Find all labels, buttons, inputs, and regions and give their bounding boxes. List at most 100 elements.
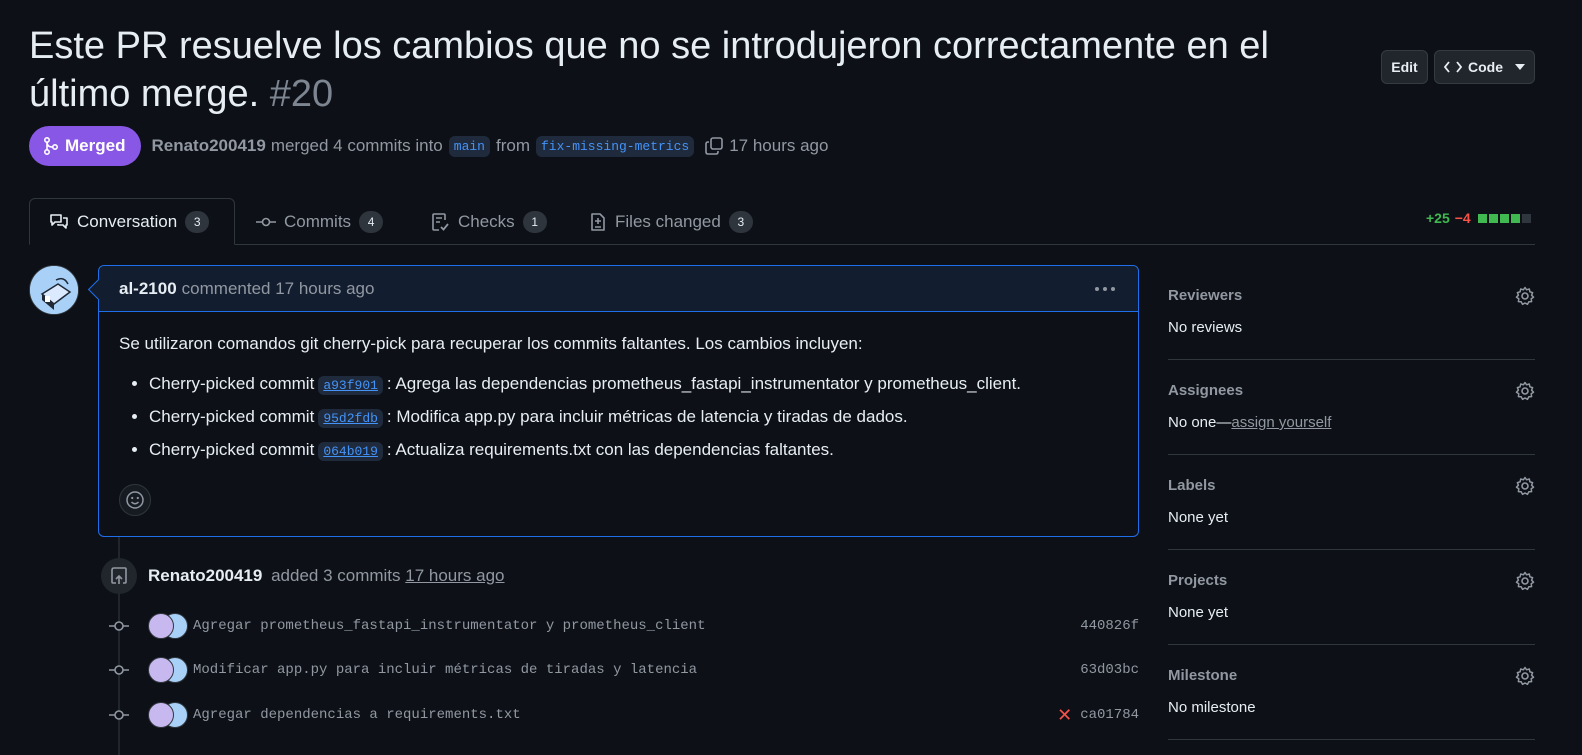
x-icon[interactable]: ✕ xyxy=(1057,705,1072,726)
pr-meta: Merged Renato200419 merged 4 commits int… xyxy=(29,126,828,166)
commit-avatars[interactable] xyxy=(148,657,188,683)
commit-sha-link[interactable]: a93f901 xyxy=(318,376,383,395)
sidebar-value: No reviews xyxy=(1168,319,1243,336)
commit-message-link[interactable]: Agregar prometheus_fastapi_instrumentato… xyxy=(193,618,1080,634)
event-author-link[interactable]: Renato200419 xyxy=(148,566,262,585)
sidebar-value: No milestone xyxy=(1168,699,1256,716)
diffstat-block xyxy=(1477,213,1487,223)
sidebar-milestone: Milestone No milestone xyxy=(1168,645,1535,740)
merge-text: merged 4 commits into xyxy=(270,136,443,155)
sidebar-reviewers: Reviewers No reviews xyxy=(1168,265,1535,360)
comment-header: al-2100 commented 17 hours ago xyxy=(99,266,1138,312)
base-branch[interactable]: main xyxy=(448,135,490,157)
tab-commits[interactable]: Commits 4 xyxy=(256,198,384,245)
git-commit-icon xyxy=(105,709,133,721)
smiley-icon[interactable] xyxy=(119,484,151,516)
diffstat-additions: +25 xyxy=(1426,210,1450,226)
commit-row: Agregar prometheus_fastapi_instrumentato… xyxy=(105,611,1139,641)
commit-message-link[interactable]: Modificar app.py para incluir métricas d… xyxy=(193,662,1080,678)
sidebar-value: None yet xyxy=(1168,509,1229,526)
comment-discussion-icon xyxy=(50,213,68,229)
sidebar-title[interactable]: Reviewers xyxy=(1168,287,1242,304)
assign-yourself-link[interactable]: assign yourself xyxy=(1231,414,1331,431)
commit-avatars[interactable] xyxy=(148,702,188,728)
diffstat-deletions: −4 xyxy=(1454,210,1471,226)
code-button-label: Code xyxy=(1468,59,1503,75)
comment-author-link[interactable]: al-2100 xyxy=(119,279,177,299)
triangle-down-icon xyxy=(1515,64,1525,70)
list-item-text: : Agrega las dependencias prometheus_fas… xyxy=(386,374,1022,393)
comment-card: al-2100 commented 17 hours ago Se utiliz… xyxy=(98,265,1139,537)
event-description: added 3 commits xyxy=(271,566,401,585)
tab-counter: 3 xyxy=(728,210,753,233)
sidebar-value: None yet xyxy=(1168,604,1229,621)
list-item-text: : Modifica app.py para incluir métricas … xyxy=(386,407,908,426)
commit-sha-link[interactable]: ✕ ca01784 xyxy=(1057,705,1139,726)
checklist-icon xyxy=(432,212,449,231)
sidebar-value: No one—assign yourself xyxy=(1168,414,1331,431)
commit-sha-link[interactable]: 064b019 xyxy=(318,442,383,461)
sidebar-title[interactable]: Projects xyxy=(1168,572,1227,589)
commit-sha-link[interactable]: 95d2fdb xyxy=(318,409,383,428)
sidebar-title[interactable]: Labels xyxy=(1168,477,1216,494)
list-item: Cherry-picked commit064b019: Actualiza r… xyxy=(149,434,1118,467)
avatar[interactable] xyxy=(29,265,79,315)
comment-list: Cherry-picked commit a93f901: Agrega las … xyxy=(149,368,1118,467)
commit-message-link[interactable]: Agregar dependencias a requirements.txt xyxy=(193,707,1057,723)
head-branch[interactable]: fix-missing-metrics xyxy=(535,135,695,157)
gear-icon[interactable] xyxy=(1515,381,1535,406)
avatar xyxy=(148,613,174,639)
commit-sha-link[interactable]: 440826f xyxy=(1080,618,1139,634)
list-item: Cherry-picked commita93f901: Agrega las … xyxy=(149,368,1118,401)
timeline-event: Renato200419 added 3 commits 17 hours ag… xyxy=(148,566,505,586)
tab-counter: 3 xyxy=(185,210,210,233)
tab-label: Files changed xyxy=(615,211,721,231)
git-merge-icon xyxy=(44,137,59,155)
tab-conversation[interactable]: Conversation 3 xyxy=(29,198,235,245)
gear-icon[interactable] xyxy=(1515,476,1535,501)
gear-icon[interactable] xyxy=(1515,666,1535,691)
tab-label: Checks xyxy=(458,211,515,231)
from-text: from xyxy=(495,136,530,155)
list-item: Cherry-picked commit95d2fdb: Modifica ap… xyxy=(149,401,1118,434)
tab-files-changed[interactable]: Files changed 3 xyxy=(589,198,753,245)
pr-title-text: Este PR resuelve los cambios que no se i… xyxy=(29,25,1269,115)
code-icon xyxy=(1444,61,1462,73)
avatar xyxy=(148,657,174,683)
event-time-link[interactable]: 17 hours ago xyxy=(405,566,504,585)
comment-meta[interactable]: commented 17 hours ago xyxy=(182,279,375,299)
commit-sha-text: 63d03bc xyxy=(1080,662,1139,678)
sidebar-title[interactable]: Milestone xyxy=(1168,667,1237,684)
pr-author-link[interactable]: Renato200419 xyxy=(151,136,265,156)
comment-body: Se utilizaron comandos git cherry-pick p… xyxy=(99,312,1138,467)
comment-intro: Se utilizaron comandos git cherry-pick p… xyxy=(119,334,863,353)
code-button[interactable]: Code xyxy=(1434,50,1535,84)
pr-time: 17 hours ago xyxy=(729,136,829,155)
commit-avatars[interactable] xyxy=(148,613,188,639)
diffstat-block xyxy=(1521,213,1531,223)
tab-checks[interactable]: Checks 1 xyxy=(430,198,547,245)
sidebar-assignees: Assignees No one—assign yourself xyxy=(1168,360,1535,455)
gear-icon[interactable] xyxy=(1515,571,1535,596)
list-item-prefix: Cherry-picked commit xyxy=(149,440,315,459)
commit-sha-text: ca01784 xyxy=(1080,707,1139,723)
tabs-divider xyxy=(29,244,1535,245)
diffstat-block xyxy=(1510,213,1520,223)
sidebar-projects: Projects None yet xyxy=(1168,550,1535,645)
commit-sha-text: 440826f xyxy=(1080,618,1139,634)
sidebar-title[interactable]: Assignees xyxy=(1168,382,1243,399)
edit-button[interactable]: Edit xyxy=(1381,50,1428,84)
git-commit-icon xyxy=(105,620,133,632)
git-commit-icon xyxy=(105,664,133,676)
kebab-horizontal-icon[interactable] xyxy=(1094,278,1116,294)
commit-sha-link[interactable]: 63d03bc xyxy=(1080,662,1139,678)
commit-row: Modificar app.py para incluir métricas d… xyxy=(105,655,1139,685)
tab-label: Commits xyxy=(284,211,352,231)
commit-row: Agregar dependencias a requirements.txt … xyxy=(105,700,1139,730)
diffstat[interactable]: +25 −4 xyxy=(1426,210,1531,226)
list-item-text: : Actualiza requirements.txt con las dep… xyxy=(386,440,834,459)
file-diff-icon xyxy=(591,212,605,231)
copy-icon[interactable] xyxy=(704,136,724,156)
gear-icon[interactable] xyxy=(1515,286,1535,311)
tab-counter: 1 xyxy=(522,210,547,233)
